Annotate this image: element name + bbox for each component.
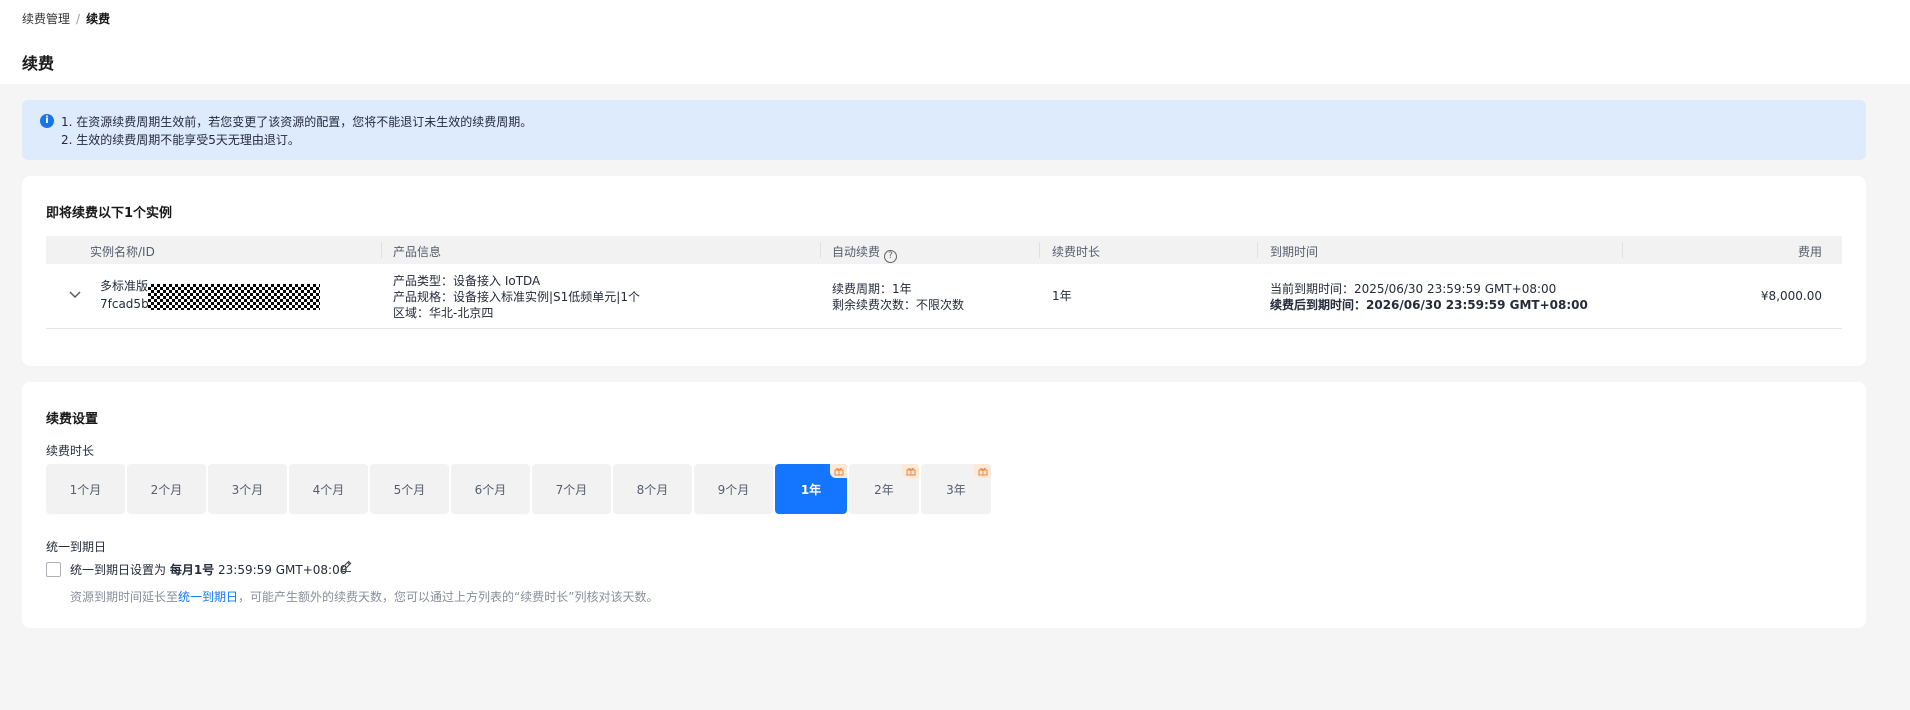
table-header: 实例名称/ID 产品信息 自动续费? 续费时长 到期时间 费用 — [46, 236, 1842, 264]
col-divider — [820, 242, 821, 258]
renewed-expiry: 续费后到期时间：2026/06/30 23:59:59 GMT+08:00 — [1270, 298, 1588, 312]
settings-card: 续费设置 续费时长 1个月 2个月 3个月 4个月 5个月 6个月 7个月 8个… — [22, 382, 1866, 628]
help-icon[interactable]: ? — [884, 250, 898, 263]
col-auto-renew: 自动续费? — [832, 243, 898, 263]
duration-option-1y-label: 1年 — [800, 482, 822, 497]
col-product: 产品信息 — [393, 245, 442, 259]
breadcrumb-current: 续费 — [86, 12, 111, 26]
col-duration: 续费时长 — [1052, 245, 1101, 259]
page-header: 续费管理 / 续费 续费 — [0, 0, 1910, 84]
notice-line-2: 2. 生效的续费周期不能享受5天无理由退订。 — [61, 133, 300, 147]
unify-hint-prefix: 资源到期时间延长至 — [70, 590, 179, 604]
col-instance: 实例名称/ID — [90, 245, 155, 259]
instances-card: 即将续费以下1个实例 实例名称/ID 产品信息 自动续费? 续费时长 到期时间 … — [22, 176, 1866, 366]
duration-option-6m[interactable]: 6个月 — [451, 464, 530, 514]
col-divider — [1622, 242, 1623, 258]
duration-option-1m[interactable]: 1个月 — [46, 464, 125, 514]
gift-icon — [830, 464, 847, 478]
gift-icon — [902, 464, 919, 478]
instance-name: 多标准版 — [100, 279, 149, 293]
renew-duration: 1年 — [1052, 289, 1072, 303]
unify-day: 每月1号 — [169, 563, 215, 577]
redacted-mosaic — [148, 284, 320, 310]
col-expiry: 到期时间 — [1270, 245, 1319, 259]
renew-remaining: 剩余续费次数：不限次数 — [832, 298, 965, 312]
duration-option-1y[interactable]: 1年 — [775, 464, 847, 514]
duration-option-4m[interactable]: 4个月 — [289, 464, 368, 514]
duration-option-3y[interactable]: 3年 — [921, 464, 991, 514]
duration-option-2y-label: 2年 — [874, 482, 894, 497]
duration-option-9m[interactable]: 9个月 — [694, 464, 773, 514]
breadcrumb-separator: / — [76, 11, 81, 26]
unify-expiry-link[interactable]: 统一到期日 — [178, 590, 238, 604]
info-icon: i — [40, 114, 54, 128]
duration-option-2m[interactable]: 2个月 — [127, 464, 206, 514]
col-divider — [1039, 242, 1040, 258]
unify-expiry-label: 统一到期日 — [46, 540, 107, 554]
col-divider — [1257, 242, 1258, 258]
notice-banner: i 1. 在资源续费周期生效前，若您变更了该资源的配置，您将不能退订未生效的续费… — [22, 100, 1866, 160]
product-region: 区域：华北-北京四 — [393, 306, 494, 320]
duration-option-3y-label: 3年 — [946, 482, 966, 497]
col-fee: 费用 — [1797, 245, 1822, 259]
unify-text-prefix: 统一到期日设置为 — [70, 563, 167, 577]
settings-title: 续费设置 — [46, 412, 99, 427]
unify-hint: 资源到期时间延长至统一到期日，可能产生额外的续费天数，您可以通过上方列表的“续费… — [70, 588, 658, 605]
duration-option-5m[interactable]: 5个月 — [370, 464, 449, 514]
duration-selector: 1个月 2个月 3个月 4个月 5个月 6个月 7个月 8个月 9个月 1年 2… — [46, 464, 991, 514]
notice-line-1: 1. 在资源续费周期生效前，若您变更了该资源的配置，您将不能退订未生效的续费周期… — [61, 115, 533, 129]
col-divider — [381, 242, 382, 258]
instances-title: 即将续费以下1个实例 — [46, 206, 173, 221]
table-row: 多标准版 7fcad5be 产品类型：设备接入 IoTDA 产品规格：设备接入标… — [46, 264, 1842, 329]
duration-label: 续费时长 — [46, 444, 95, 458]
col-auto-renew-label: 自动续费 — [832, 245, 881, 259]
unify-expiry-text: 统一到期日设置为 每月1号 23:59:59 GMT+08:00 — [70, 561, 347, 578]
edit-icon[interactable] — [339, 559, 353, 573]
fee-value: ¥8,000.00 — [1760, 289, 1822, 303]
duration-option-7m[interactable]: 7个月 — [532, 464, 611, 514]
unify-hint-suffix: ，可能产生额外的续费天数，您可以通过上方列表的“续费时长”列核对该天数。 — [238, 590, 659, 604]
unify-time: 23:59:59 GMT+08:00 — [218, 563, 348, 577]
gift-icon — [974, 464, 991, 478]
chevron-down-icon[interactable] — [68, 287, 82, 301]
page-title: 续费 — [22, 54, 55, 73]
breadcrumb: 续费管理 / 续费 — [22, 10, 110, 27]
duration-option-3m[interactable]: 3个月 — [208, 464, 287, 514]
breadcrumb-renewal-management[interactable]: 续费管理 — [22, 10, 70, 27]
unify-expiry-checkbox[interactable] — [46, 562, 61, 577]
duration-option-8m[interactable]: 8个月 — [613, 464, 692, 514]
duration-option-2y[interactable]: 2年 — [849, 464, 919, 514]
